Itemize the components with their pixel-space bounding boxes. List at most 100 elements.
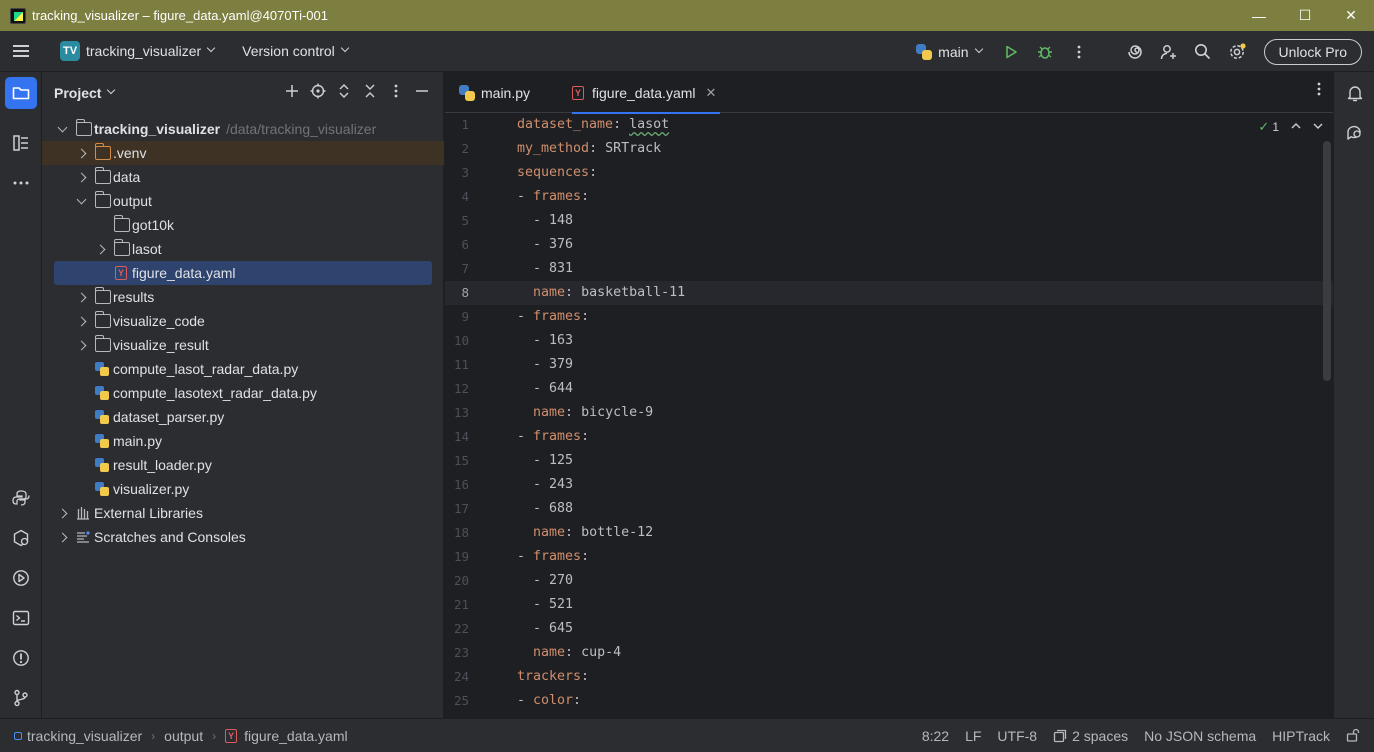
indent-setting[interactable]: 2 spaces [1053, 728, 1128, 744]
tree-item-venv[interactable]: .venv [42, 141, 444, 165]
chevron-right-icon[interactable] [55, 530, 69, 544]
caret-position[interactable]: 8:22 [922, 728, 949, 744]
code-line[interactable]: 10 - 163 [445, 329, 1333, 353]
line-number[interactable]: 9 [445, 305, 469, 329]
collapse-all-button[interactable] [357, 83, 383, 103]
tree-item-data[interactable]: data [42, 165, 444, 189]
tab-options-button[interactable] [1317, 82, 1321, 101]
line-number[interactable]: 19 [445, 545, 469, 569]
code-line[interactable]: 23 name: cup-4 [445, 641, 1333, 665]
line-number[interactable]: 10 [445, 329, 469, 353]
close-tab-icon[interactable]: ✕ [706, 85, 717, 101]
chevron-right-icon[interactable] [55, 506, 69, 520]
chevron-down-icon[interactable] [74, 194, 88, 208]
more-tools-button[interactable] [5, 167, 37, 199]
code-line[interactable]: 25 - color: [445, 689, 1333, 713]
tree-item-visualize-code[interactable]: visualize_code [42, 309, 444, 333]
file-encoding[interactable]: UTF-8 [997, 728, 1037, 744]
maximize-button[interactable]: ☐ [1282, 0, 1328, 31]
close-window-button[interactable]: ✕ [1328, 0, 1374, 31]
line-number[interactable]: 4 [445, 185, 469, 209]
terminal-tool-button[interactable] [5, 602, 37, 634]
code-line[interactable]: 22 - 645 [445, 617, 1333, 641]
code-line[interactable]: 19 - frames: [445, 545, 1333, 569]
tree-item-results[interactable]: results [42, 285, 444, 309]
chevron-right-icon[interactable] [74, 170, 88, 184]
code-line[interactable]: 4 - frames: [445, 185, 1333, 209]
line-number[interactable]: 16 [445, 473, 469, 497]
json-schema[interactable]: No JSON schema [1144, 728, 1256, 744]
code-line[interactable]: 2 my_method: SRTrack [445, 137, 1333, 161]
notifications-button[interactable] [1339, 77, 1371, 109]
git-tool-button[interactable] [5, 682, 37, 714]
code-line[interactable]: 11 - 379 [445, 353, 1333, 377]
code-line[interactable]: 24 trackers: [445, 665, 1333, 689]
code-line[interactable]: 15 - 125 [445, 449, 1333, 473]
line-number[interactable]: 22 [445, 617, 469, 641]
code-line[interactable]: 13 name: bicycle-9 [445, 401, 1333, 425]
line-number[interactable]: 20 [445, 569, 469, 593]
breadcrumb-output[interactable]: output [164, 728, 203, 744]
line-number[interactable]: 17 [445, 497, 469, 521]
tab-main-py[interactable]: main.py [459, 72, 530, 113]
run-config-dropdown[interactable]: main [938, 44, 968, 60]
read-only-toggle[interactable] [1346, 728, 1360, 745]
tree-item-dataset-parser[interactable]: dataset_parser.py [42, 405, 444, 429]
python-packages-button[interactable] [5, 482, 37, 514]
tab-figure-data-yaml[interactable]: Y figure_data.yaml ✕ [572, 72, 721, 114]
tree-item-lasot[interactable]: lasot [42, 237, 444, 261]
main-menu-button[interactable] [0, 31, 42, 72]
code-line[interactable]: 3 sequences: [445, 161, 1333, 185]
line-separator[interactable]: LF [965, 728, 981, 744]
tree-item-compute-lasotext-radar-data[interactable]: compute_lasotext_radar_data.py [42, 381, 444, 405]
breadcrumb-project[interactable]: tracking_visualizer [27, 728, 142, 744]
hide-panel-button[interactable] [409, 84, 435, 102]
code-line[interactable]: 16 - 243 [445, 473, 1333, 497]
tree-item-external-libraries[interactable]: External Libraries [42, 501, 444, 525]
minimize-button[interactable]: — [1236, 0, 1282, 31]
settings-button[interactable] [1220, 31, 1254, 72]
chevron-right-icon[interactable] [74, 338, 88, 352]
chevron-right-icon[interactable] [74, 146, 88, 160]
code-line[interactable]: 1 dataset_name: lasot [445, 113, 1333, 137]
line-number[interactable]: 25 [445, 689, 469, 713]
line-number[interactable]: 5 [445, 209, 469, 233]
code-line[interactable]: 20 - 270 [445, 569, 1333, 593]
tree-item-result-loader[interactable]: result_loader.py [42, 453, 444, 477]
tree-item-visualizer[interactable]: visualizer.py [42, 477, 444, 501]
code-line[interactable]: 18 name: bottle-12 [445, 521, 1333, 545]
project-tool-button[interactable] [5, 77, 37, 109]
code-line[interactable]: 6 - 376 [445, 233, 1333, 257]
tree-root[interactable]: tracking_visualizer/data/tracking_visual… [42, 117, 444, 141]
breadcrumb-file[interactable]: figure_data.yaml [244, 728, 348, 744]
code-line[interactable]: 8 name: basketball-11 [445, 281, 1333, 305]
run-button[interactable] [994, 31, 1028, 72]
services-tool-button[interactable] [5, 522, 37, 554]
new-file-button[interactable] [279, 83, 305, 103]
more-actions-button[interactable] [1062, 31, 1096, 72]
line-number[interactable]: 18 [445, 521, 469, 545]
project-badge[interactable]: TV [60, 41, 80, 61]
tree-item-scratches[interactable]: Scratches and Consoles [42, 525, 444, 549]
chevron-right-icon[interactable] [93, 242, 107, 256]
code-line[interactable]: 12 - 644 [445, 377, 1333, 401]
line-number[interactable]: 12 [445, 377, 469, 401]
code-with-me-button[interactable] [1152, 31, 1186, 72]
ai-chat-button[interactable] [1339, 117, 1371, 149]
line-number[interactable]: 2 [445, 137, 469, 161]
git-branch[interactable]: HIPTrack [1272, 728, 1330, 744]
line-number[interactable]: 23 [445, 641, 469, 665]
tree-item-output[interactable]: output [42, 189, 444, 213]
search-everywhere-button[interactable] [1186, 31, 1220, 72]
chevron-right-icon[interactable] [74, 290, 88, 304]
project-panel-title[interactable]: Project [54, 85, 101, 101]
tree-item-visualize-result[interactable]: visualize_result [42, 333, 444, 357]
chevron-down-icon[interactable] [55, 122, 69, 136]
line-number[interactable]: 15 [445, 449, 469, 473]
line-number[interactable]: 3 [445, 161, 469, 185]
editor-scrollbar[interactable] [1323, 141, 1331, 381]
code-line[interactable]: 14 - frames: [445, 425, 1333, 449]
tree-item-figure-data-yaml[interactable]: Y figure_data.yaml [42, 261, 444, 285]
line-number[interactable]: 11 [445, 353, 469, 377]
tree-item-got10k[interactable]: got10k [42, 213, 444, 237]
